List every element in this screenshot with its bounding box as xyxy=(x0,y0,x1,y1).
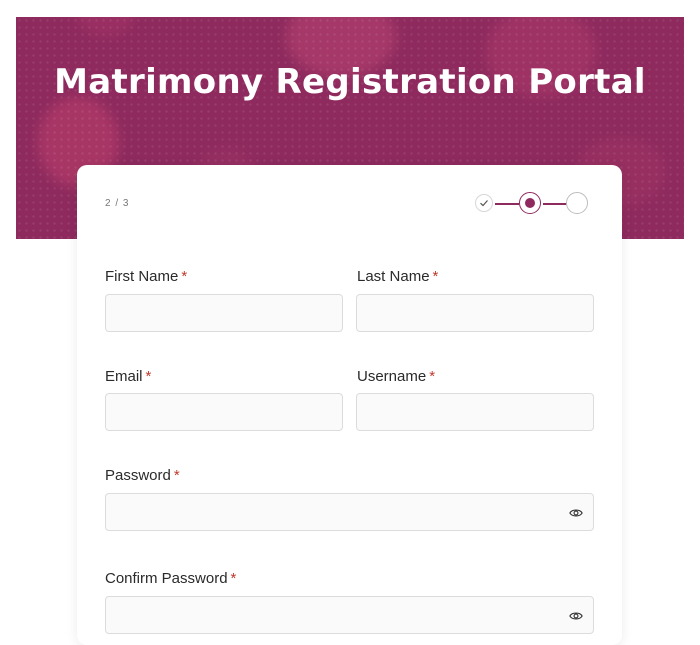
step-2-current xyxy=(519,192,541,214)
page-title: Matrimony Registration Portal xyxy=(54,62,646,102)
confirm-password-field[interactable] xyxy=(105,596,594,634)
step-counter: 2 / 3 xyxy=(105,198,130,209)
last-name-field[interactable] xyxy=(356,294,594,332)
first-name-label: First Name * xyxy=(105,268,188,285)
password-label: Password * xyxy=(105,467,180,484)
last-name-label: Last Name * xyxy=(357,268,439,285)
eye-icon[interactable] xyxy=(569,609,583,623)
username-label: Username * xyxy=(357,368,436,385)
confirm-password-label: Confirm Password * xyxy=(105,570,237,587)
progress-stepper xyxy=(475,192,590,216)
password-field[interactable] xyxy=(105,493,594,531)
eye-icon[interactable] xyxy=(569,506,583,520)
step-3-pending xyxy=(566,192,588,214)
email-field[interactable] xyxy=(105,393,343,431)
check-icon xyxy=(480,200,488,207)
email-label: Email * xyxy=(105,368,152,385)
registration-page: Matrimony Registration Portal 2 / 3 Firs… xyxy=(0,0,700,645)
username-field[interactable] xyxy=(356,393,594,431)
step-1-complete xyxy=(475,194,493,212)
first-name-field[interactable] xyxy=(105,294,343,332)
registration-form-card: 2 / 3 First Name * Last Name * Email * U… xyxy=(77,165,622,645)
